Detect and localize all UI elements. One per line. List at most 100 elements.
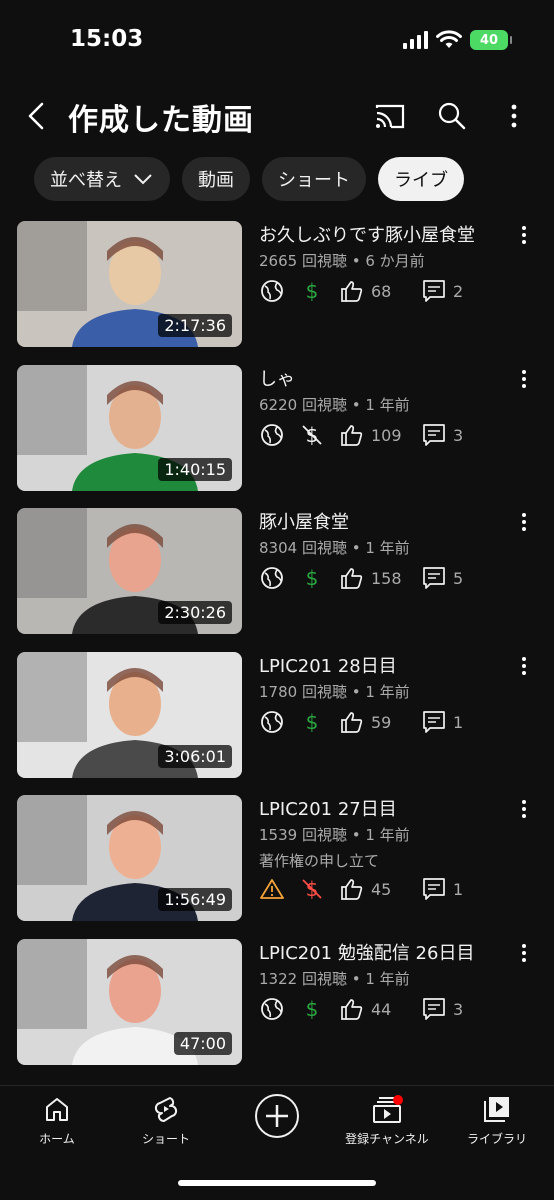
page-title: 作成した動画 [68,103,254,138]
video-thumbnail[interactable]: 1:56:49 [17,795,242,921]
cast-icon[interactable] [370,96,410,136]
video-stats: $158 5 [259,564,489,592]
video-title[interactable]: お久しぶりです豚小屋食堂 [259,221,475,247]
cellular-signal-icon [403,31,428,49]
comment-count: 5 [453,568,464,588]
status-bar: 15:03 40 [0,0,554,80]
video-stats: $45 1 [259,875,489,903]
svg-text:$: $ [306,279,319,303]
globe-icon [261,280,283,302]
thumbs-up-icon [341,999,363,1020]
nav-label: ショート [141,1132,190,1146]
comment-icon [423,280,445,302]
view-count: 1322 回視聴 [259,970,347,988]
view-count: 6220 回視聴 [259,396,347,414]
video-thumbnail[interactable]: 2:30:26 [17,508,242,634]
video-thumbnail[interactable]: 2:17:36 [17,221,242,347]
video-more-icon[interactable] [514,654,534,678]
video-item[interactable]: 2:30:26 豚小屋食堂 8304 回視聴 • 1 年前 $158 5 [0,508,554,636]
view-count: 1780 回視聴 [259,683,347,701]
like-count: 158 [371,568,402,588]
video-title[interactable]: 豚小屋食堂 [259,508,349,534]
copyright-claim-note: 著作権の申し立て [259,852,380,870]
comment-count: 1 [453,879,464,899]
sort-chip-label: 並べ替え [50,170,122,191]
chip-label: ライブ [394,170,448,191]
thumbs-up-icon [341,712,363,733]
meta-separator: • [346,683,366,701]
video-more-icon[interactable] [514,510,534,534]
chip-shorts[interactable]: ショート [262,157,366,201]
upload-age: 1 年前 [365,539,410,557]
meta-separator: • [346,826,366,844]
video-item[interactable]: 47:00 LPIC201 勉強配信 26日目 1322 回視聴 • 1 年前 $44… [0,939,554,1067]
upload-age: 1 年前 [365,826,410,844]
video-item[interactable]: 3:06:01 LPIC201 28日目 1780 回視聴 • 1 年前 $59 1 [0,652,554,780]
view-count: 8304 回視聴 [259,539,347,557]
video-thumbnail[interactable]: 1:40:15 [17,365,242,491]
chip-videos[interactable]: 動画 [182,157,250,201]
search-icon[interactable] [432,96,472,136]
svg-text:$: $ [306,997,319,1021]
video-meta: 2665 回視聴 • 6 か月前 [259,250,425,271]
comment-icon [423,567,445,589]
like-count: 59 [371,712,392,732]
like-count: 44 [371,999,392,1019]
comment-count: 1 [453,712,464,732]
nav-label: 登録チャンネル [345,1132,429,1146]
comment-icon [423,711,445,733]
video-duration: 2:17:36 [158,314,232,337]
video-title[interactable]: しゃ [259,365,295,391]
nav-create[interactable] [222,1092,332,1140]
video-thumbnail[interactable]: 47:00 [17,939,242,1065]
nav-shorts[interactable]: ショート [111,1094,221,1147]
video-title[interactable]: LPIC201 勉強配信 26日目 [259,939,474,965]
sort-chip[interactable]: 並べ替え [34,157,170,201]
video-more-icon[interactable] [514,223,534,247]
video-title[interactable]: LPIC201 28日目 [259,652,397,678]
video-more-icon[interactable] [514,941,534,965]
video-more-icon[interactable] [514,367,534,391]
globe-icon [261,424,283,446]
monetization-off-icon: $ [302,423,322,447]
shorts-icon [154,1097,178,1122]
nav-home[interactable]: ホーム [2,1094,112,1147]
video-item[interactable]: 2:17:36 お久しぶりです豚小屋食堂 2665 回視聴 • 6 か月前 $68 2 [0,221,554,349]
globe-icon [261,998,283,1020]
meta-separator: • [346,970,366,988]
thumbs-up-icon [341,568,363,589]
video-duration: 3:06:01 [158,745,232,768]
view-count: 2665 回視聴 [259,252,347,270]
back-arrow-icon[interactable] [18,96,58,136]
upload-age: 6 か月前 [365,252,425,270]
chip-live[interactable]: ライブ [378,157,464,201]
warning-icon [260,879,284,899]
nav-subscriptions[interactable]: 登録チャンネル [332,1094,442,1147]
thumbs-up-icon [341,879,363,900]
video-thumbnail[interactable]: 3:06:01 [17,652,242,778]
view-count: 1539 回視聴 [259,826,347,844]
nav-label: ホーム [39,1132,75,1146]
globe-icon [261,567,283,589]
video-title[interactable]: LPIC201 27日目 [259,795,397,821]
filter-chips: 並べ替え 動画 ショート ライブ [34,157,464,201]
comment-count: 2 [453,281,464,301]
create-icon [255,1094,299,1138]
comment-icon [423,998,445,1020]
video-item[interactable]: 1:56:49 LPIC201 27日目 1539 回視聴 • 1 年前著作権の申し… [0,795,554,923]
more-options-icon[interactable] [494,96,534,136]
status-indicators: 40 [403,30,512,50]
monetization-on-icon: $ [306,566,319,590]
monetization-on-icon: $ [306,997,319,1021]
video-more-icon[interactable] [514,797,534,821]
nav-library[interactable]: ライブラリ [442,1094,552,1147]
chip-label: ショート [278,170,350,191]
thumbs-up-icon [341,425,363,446]
home-icon [46,1098,68,1121]
comment-count: 3 [453,999,464,1019]
video-stats: $68 2 [259,277,489,305]
like-count: 68 [371,281,392,301]
video-item[interactable]: 1:40:15 しゃ 6220 回視聴 • 1 年前 $109 3 [0,365,554,493]
video-meta: 6220 回視聴 • 1 年前 [259,394,410,415]
video-meta: 1780 回視聴 • 1 年前 [259,681,410,702]
